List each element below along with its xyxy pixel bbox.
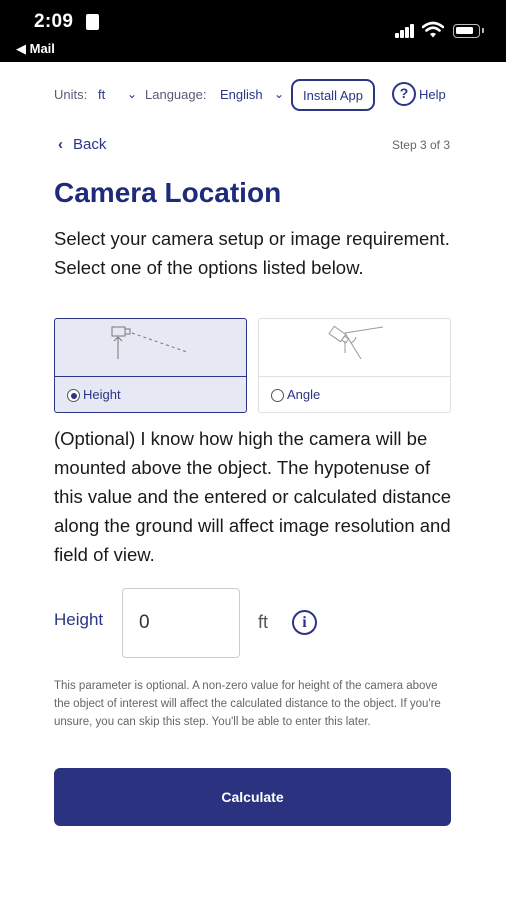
height-input[interactable]	[122, 588, 240, 658]
back-label: Back	[73, 136, 107, 153]
option-label: Angle	[287, 387, 321, 402]
camera-height-illustration	[111, 326, 188, 359]
wifi-icon	[422, 21, 444, 38]
height-unit: ft	[258, 612, 269, 632]
card-divider	[259, 376, 450, 377]
units-select[interactable]: ft	[98, 87, 105, 102]
toolbar: Units: ft ⌄ Language: English ⌄ Install …	[0, 78, 506, 112]
camera-angle-illustration	[328, 325, 384, 360]
intro-text: Select your camera setup or image requir…	[54, 224, 454, 282]
back-button[interactable]: ‹ Back	[58, 136, 106, 153]
height-radio[interactable]	[67, 389, 80, 402]
chevron-down-icon[interactable]: ⌄	[127, 87, 137, 101]
height-label: Height	[54, 610, 104, 629]
option-description: (Optional) I know how high the camera wi…	[54, 428, 451, 565]
help-icon[interactable]: ?	[392, 82, 416, 106]
calculate-button[interactable]: Calculate	[54, 768, 451, 826]
card-divider	[55, 376, 246, 377]
status-bar: 2:09 ◀ Mail	[0, 0, 506, 62]
option-label: Height	[83, 387, 121, 402]
intro-line: Select one of the options listed below.	[54, 257, 364, 278]
chevron-down-icon[interactable]: ⌄	[274, 87, 284, 101]
intro-line: Select your camera setup or image requir…	[54, 228, 450, 249]
status-time: 2:09	[34, 11, 74, 32]
chevron-left-icon: ‹	[58, 136, 63, 153]
helper-note: This parameter is optional. A non-zero v…	[54, 680, 441, 728]
units-label: Units:	[54, 87, 88, 102]
option-card-height[interactable]: Height	[54, 318, 247, 413]
id-card-icon	[86, 14, 99, 30]
info-icon[interactable]: i	[292, 610, 317, 635]
cellular-signal-icon	[395, 24, 415, 38]
angle-radio[interactable]	[271, 389, 284, 402]
page-title: Camera Location	[54, 177, 282, 208]
option-card-angle[interactable]: Angle	[258, 318, 451, 413]
language-label: Language:	[145, 87, 207, 102]
install-app-button[interactable]: Install App	[291, 79, 375, 111]
back-to-mail-link[interactable]: ◀ Mail	[16, 41, 55, 57]
battery-icon	[453, 24, 484, 38]
step-indicator: Step 3 of 3	[391, 138, 450, 152]
help-link[interactable]: Help	[419, 87, 446, 102]
language-select[interactable]: English	[220, 87, 263, 102]
